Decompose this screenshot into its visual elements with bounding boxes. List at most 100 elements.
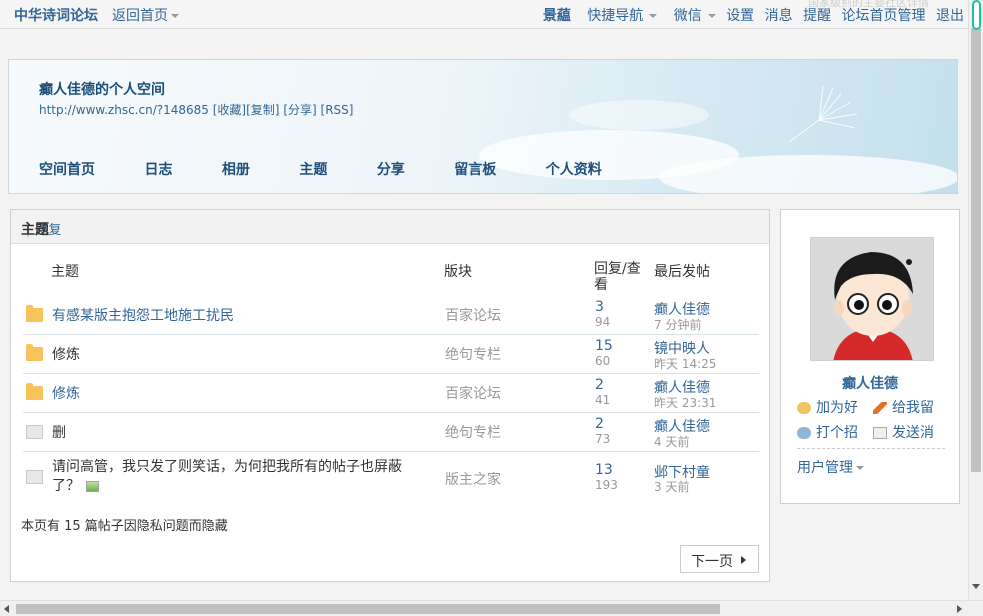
nav-blog[interactable]: 日志 bbox=[144, 159, 172, 179]
scroll-down-arrow-icon[interactable] bbox=[972, 584, 980, 589]
thread-tabs: 主题 | 回复 bbox=[11, 210, 769, 244]
favorite-link[interactable]: [收藏] bbox=[213, 103, 246, 117]
avatar[interactable] bbox=[810, 237, 934, 361]
table-row: 请问高管，我只发了则笑话，为何把我所有的帖子也屏蔽了？ 版主之家 13 193 … bbox=[23, 452, 759, 503]
table-row: 修炼 百家论坛 2 41 癫人佳德 昨天 23:31 bbox=[23, 374, 759, 413]
add-friend-button[interactable]: 加为好 bbox=[797, 397, 858, 417]
reminders-link[interactable]: 提醒 bbox=[803, 8, 831, 24]
table-row: 删 绝句专栏 2 73 癫人佳德 4 天前 bbox=[23, 413, 759, 452]
last-post-time: 昨天 14:25 bbox=[654, 357, 717, 371]
user-management-menu[interactable]: 用户管理 bbox=[797, 457, 864, 477]
folder-new-icon bbox=[26, 305, 43, 322]
back-home-label: 返回首页 bbox=[112, 8, 168, 24]
view-count: 60 bbox=[595, 354, 611, 368]
tab-threads[interactable]: 主题 bbox=[21, 219, 49, 239]
quick-nav-label: 快捷导航 bbox=[587, 8, 644, 24]
divider bbox=[797, 448, 945, 449]
horizontal-scrollbar[interactable] bbox=[0, 600, 983, 616]
thread-subject-link[interactable]: 请问高管，我只发了则笑话，为何把我所有的帖子也屏蔽了？ bbox=[52, 459, 402, 494]
forum-link[interactable]: 版主之家 bbox=[445, 469, 501, 489]
thread-subject-link[interactable]: 删 bbox=[52, 422, 66, 442]
nav-threads[interactable]: 主题 bbox=[299, 159, 327, 179]
next-page-button[interactable]: 下一页 bbox=[680, 545, 759, 573]
reply-count-link[interactable]: 3 bbox=[595, 299, 604, 315]
thread-subject-link[interactable]: 修炼 bbox=[52, 383, 80, 403]
scroll-indicator bbox=[972, 0, 981, 30]
handshake-icon bbox=[797, 402, 811, 414]
thread-subject-link[interactable]: 有感某版主抱怨工地施工扰民 bbox=[52, 305, 234, 325]
horizontal-scroll-thumb[interactable] bbox=[16, 604, 720, 614]
copy-link[interactable]: [复制] bbox=[246, 103, 279, 117]
thread-subject-cell: 请问高管，我只发了则笑话，为何把我所有的帖子也屏蔽了？ bbox=[52, 458, 412, 496]
thread-closed-icon bbox=[26, 470, 43, 484]
settings-link[interactable]: 设置 bbox=[726, 8, 754, 24]
view-count: 73 bbox=[595, 432, 611, 446]
cloud-decoration bbox=[659, 155, 957, 193]
scroll-left-arrow-icon[interactable] bbox=[4, 605, 9, 613]
reply-count-link[interactable]: 2 bbox=[595, 377, 604, 393]
nav-profile[interactable]: 个人资料 bbox=[546, 159, 602, 179]
dandelion-decoration bbox=[788, 85, 858, 143]
header-forum: 版块 bbox=[444, 264, 472, 280]
back-home-link[interactable]: 返回首页 bbox=[112, 5, 179, 25]
envelope-icon bbox=[873, 427, 887, 439]
chevron-down-icon bbox=[856, 466, 864, 470]
header-subject: 主题 bbox=[51, 264, 79, 280]
chevron-down-icon bbox=[171, 14, 179, 18]
header-last-post: 最后发帖 bbox=[654, 264, 710, 280]
leave-message-button[interactable]: 给我留 bbox=[873, 397, 934, 417]
wechat-menu[interactable]: 微信 bbox=[668, 8, 716, 24]
send-message-label: 发送消 bbox=[892, 425, 934, 441]
send-message-button[interactable]: 发送消 bbox=[873, 422, 934, 442]
thread-closed-icon bbox=[26, 425, 43, 439]
logout-link[interactable]: 退出 bbox=[936, 8, 964, 24]
say-hi-button[interactable]: 打个招 bbox=[797, 422, 858, 442]
thread-list-panel: 主题 | 回复 主题 版块 回复/查看 最后发帖 有感某版主抱怨工地施工扰民 百家论… bbox=[10, 209, 770, 582]
chevron-down-icon bbox=[707, 14, 716, 18]
nav-guestbook[interactable]: 留言板 bbox=[454, 159, 496, 179]
forum-link[interactable]: 百家论坛 bbox=[445, 305, 501, 325]
last-post-time: 昨天 23:31 bbox=[654, 396, 717, 410]
next-page-label: 下一页 bbox=[691, 554, 733, 570]
chevron-down-icon bbox=[649, 14, 658, 18]
space-nav: 空间首页 日志 相册 主题 分享 留言板 个人资料 bbox=[39, 159, 602, 179]
user-management-label: 用户管理 bbox=[797, 460, 853, 476]
table-row: 修炼 绝句专栏 15 60 镜中映人 昨天 14:25 bbox=[23, 335, 759, 374]
header-replies: 回复/查看 bbox=[594, 261, 641, 293]
last-post-time: 7 分钟前 bbox=[654, 318, 702, 332]
nav-album[interactable]: 相册 bbox=[222, 159, 250, 179]
vertical-scroll-thumb[interactable] bbox=[971, 28, 981, 472]
add-friend-label: 加为好 bbox=[816, 400, 858, 416]
image-attachment-icon bbox=[86, 480, 99, 492]
reply-count-link[interactable]: 15 bbox=[595, 338, 613, 354]
last-post-time: 4 天前 bbox=[654, 435, 690, 449]
forum-link[interactable]: 绝句专栏 bbox=[445, 344, 501, 364]
scroll-right-arrow-icon[interactable] bbox=[957, 605, 962, 613]
quick-nav-menu[interactable]: 快捷导航 bbox=[581, 8, 658, 24]
vertical-scrollbar[interactable] bbox=[968, 0, 983, 600]
profile-card: 癫人佳德 加为好 给我留 打个招 发送消 用户管理 bbox=[780, 209, 960, 504]
reply-count-link[interactable]: 2 bbox=[595, 416, 604, 432]
user-link[interactable]: 景藴 bbox=[543, 8, 571, 24]
messages-link[interactable]: 消息 bbox=[765, 8, 793, 24]
nav-share[interactable]: 分享 bbox=[377, 159, 405, 179]
profile-username[interactable]: 癫人佳德 bbox=[781, 373, 959, 393]
reply-count-link[interactable]: 13 bbox=[595, 462, 613, 478]
view-count: 94 bbox=[595, 315, 611, 329]
space-banner: 癫人佳德的个人空间 http://www.zhsc.cn/?148685 [收藏… bbox=[8, 59, 958, 194]
table-header: 主题 版块 回复/查看 最后发帖 bbox=[11, 244, 769, 296]
forum-admin-link[interactable]: 论坛首页管理 bbox=[842, 8, 926, 24]
table-row: 有感某版主抱怨工地施工扰民 百家论坛 3 94 癫人佳德 7 分钟前 bbox=[23, 296, 759, 335]
site-logo-link[interactable]: 中华诗词论坛 bbox=[14, 5, 98, 25]
rss-link[interactable]: [RSS] bbox=[321, 103, 354, 117]
space-url-link[interactable]: http://www.zhsc.cn/?148685 bbox=[39, 103, 209, 117]
forum-link[interactable]: 百家论坛 bbox=[445, 383, 501, 403]
nav-space-home[interactable]: 空间首页 bbox=[39, 159, 95, 179]
share-link[interactable]: [分享] bbox=[283, 103, 316, 117]
leave-message-label: 给我留 bbox=[892, 400, 934, 416]
thread-subject-link[interactable]: 修炼 bbox=[52, 344, 80, 364]
cartoon-avatar-icon bbox=[811, 238, 933, 360]
pencil-icon bbox=[873, 402, 887, 414]
space-url-line: http://www.zhsc.cn/?148685 [收藏][复制] [分享]… bbox=[39, 101, 353, 118]
forum-link[interactable]: 绝句专栏 bbox=[445, 422, 501, 442]
